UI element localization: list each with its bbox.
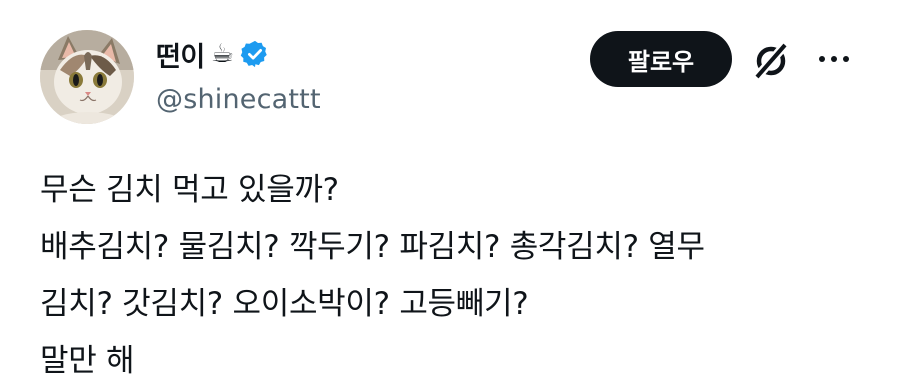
tweet-card: 떤이 ☕ @shinecattt 팔로우 무슨 김치 먹고 있을까? 배추김치?… <box>0 0 900 391</box>
user-handle[interactable]: @shinecattt <box>156 84 321 115</box>
coffee-emoji: ☕ <box>210 39 234 69</box>
more-dot <box>819 56 825 62</box>
tweet-text: 무슨 김치 먹고 있을까? 배추김치? 물김치? 깍두기? 파김치? 총각김치?… <box>40 162 880 390</box>
display-name[interactable]: 떤이 <box>156 35 205 74</box>
tweet-line: 배추김치? 물김치? 깍두기? 파김치? 총각김치? 열무 <box>40 229 705 265</box>
verified-badge-icon[interactable] <box>240 39 270 69</box>
cat-avatar-icon <box>40 30 134 124</box>
more-dot <box>843 56 849 62</box>
tweet-line: 무슨 김치 먹고 있을까? <box>40 172 339 208</box>
name-row: 떤이 ☕ <box>156 34 270 74</box>
follow-button[interactable]: 팔로우 <box>590 31 732 87</box>
tweet-line: 말만 해 <box>40 343 135 379</box>
avatar[interactable] <box>40 30 134 124</box>
more-dot <box>831 56 837 62</box>
tweet-line: 김치? 갓김치? 오이소박이? 고등빼기? <box>40 286 529 322</box>
more-icon[interactable] <box>812 44 856 74</box>
grok-icon[interactable] <box>749 39 793 83</box>
